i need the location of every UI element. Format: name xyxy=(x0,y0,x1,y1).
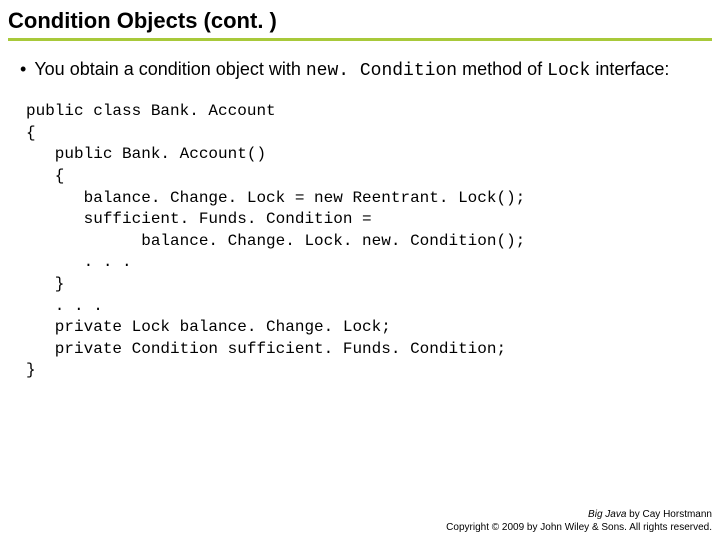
bullet-dot: • xyxy=(20,57,26,81)
bullet-lead: You obtain a condition object with xyxy=(34,59,306,79)
bullet-item: • You obtain a condition object with new… xyxy=(20,57,700,83)
code-block: public class Bank. Account { public Bank… xyxy=(26,101,700,382)
footer-author: by Cay Horstmann xyxy=(626,509,712,520)
bullet-code2: Lock xyxy=(547,61,590,81)
footer-line1: Big Java by Cay Horstmann xyxy=(446,509,712,522)
bullet-code1: new. Condition xyxy=(306,61,457,81)
slide-title: Condition Objects (cont. ) xyxy=(8,8,712,41)
bullet-text: You obtain a condition object with new. … xyxy=(34,57,669,83)
footer: Big Java by Cay Horstmann Copyright © 20… xyxy=(446,509,712,534)
bullet-mid: method of xyxy=(457,59,547,79)
footer-book: Big Java xyxy=(588,509,626,520)
footer-line2: Copyright © 2009 by John Wiley & Sons. A… xyxy=(446,522,712,535)
bullet-tail: interface: xyxy=(590,59,669,79)
